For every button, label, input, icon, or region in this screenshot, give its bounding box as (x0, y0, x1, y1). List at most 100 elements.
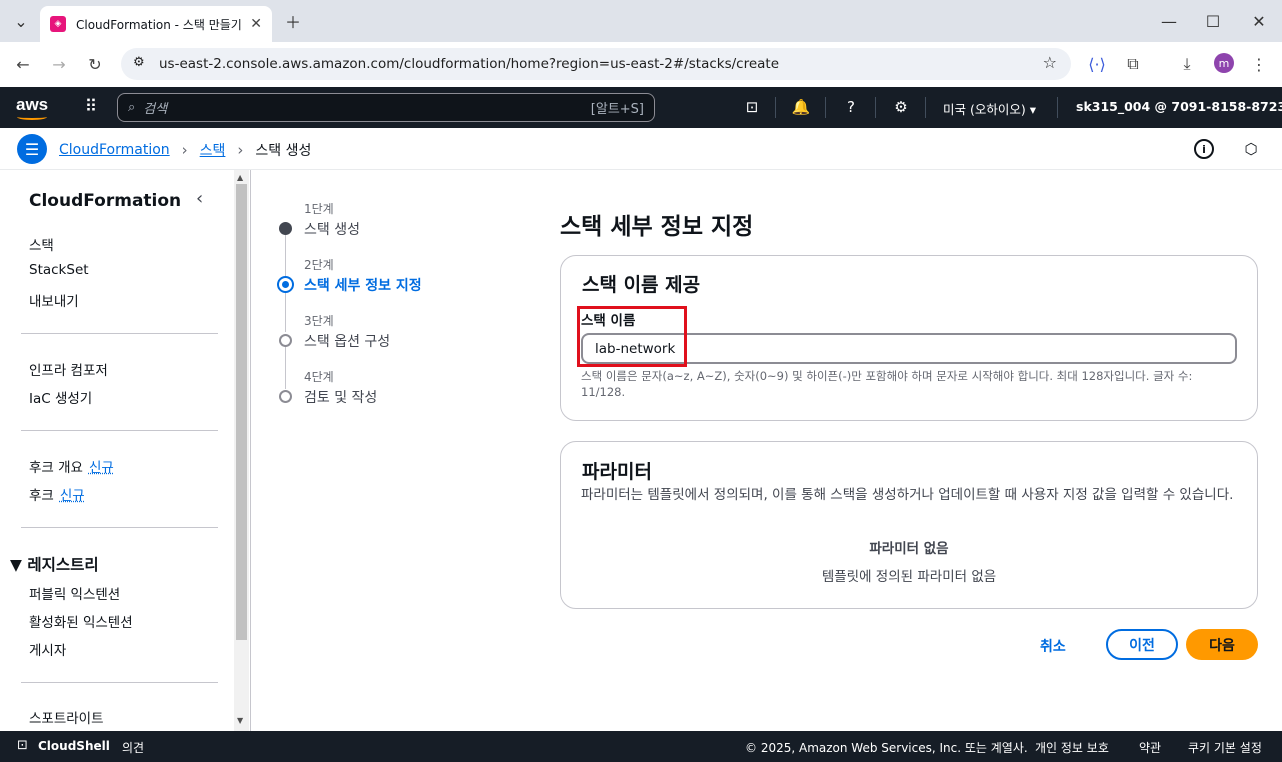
address-bar[interactable]: ⚙ us-east-2.console.aws.amazon.com/cloud… (121, 48, 1071, 80)
sidebar-item-infra-composer[interactable]: 인프라 컴포저 (29, 359, 108, 379)
close-window-icon[interactable]: ✕ (1246, 8, 1272, 34)
breadcrumb-bar: ☰ CloudFormation › 스택 › 스택 생성 i ⬡ (0, 128, 1282, 170)
step-2-number: 2단계 (304, 258, 334, 272)
breadcrumb-current: 스택 생성 (255, 143, 312, 159)
forward-icon[interactable]: → (46, 51, 72, 77)
account-menu[interactable]: sk315_004 @ 7091-8158-8723 ▾ (1076, 99, 1282, 114)
sidebar-item-activated-extensions[interactable]: 활성화된 익스텐션 (29, 611, 133, 631)
sidebar-divider (21, 527, 218, 528)
terms-link[interactable]: 약관 (1139, 739, 1161, 756)
sidebar-divider (21, 333, 218, 334)
nav-divider (775, 97, 776, 118)
parameters-card-heading: 파라미터 (582, 461, 652, 483)
services-grid-icon[interactable]: ⠿ (80, 96, 102, 118)
close-tab-icon[interactable]: ✕ (250, 16, 262, 32)
feedback-link[interactable]: 의견 (122, 739, 144, 756)
breadcrumb-cloudformation[interactable]: CloudFormation (59, 142, 170, 158)
sidebar-item-spotlight[interactable]: 스포트라이트 (29, 707, 104, 727)
sidebar-item-stacksets[interactable]: StackSet (29, 262, 89, 278)
step-connector (285, 293, 286, 332)
step-4-number: 4단계 (304, 370, 334, 384)
feedback-hexagon-icon[interactable]: ⬡ (1241, 139, 1261, 159)
chevron-right-icon: › (237, 141, 244, 159)
sidebar-item-exports[interactable]: 내보내기 (29, 290, 79, 310)
new-tab-icon[interactable]: ＋ (280, 8, 306, 34)
reload-icon[interactable]: ↻ (82, 51, 108, 77)
chevron-right-icon: › (181, 141, 188, 159)
tab-search-icon[interactable]: ⌄ (8, 8, 34, 34)
page-title: 스택 세부 정보 지정 (560, 214, 754, 240)
breadcrumb: CloudFormation › 스택 › 스택 생성 (59, 140, 311, 160)
scroll-up-icon[interactable]: ▲ (237, 173, 243, 182)
scrollbar-thumb[interactable] (236, 184, 247, 640)
info-icon[interactable]: i (1194, 139, 1214, 159)
sidebar-item-publishers[interactable]: 게시자 (29, 639, 66, 659)
sidebar-scrollbar[interactable]: ▲ ▼ (234, 170, 249, 731)
search-input[interactable]: ⌕ 검색 [알트+S] (117, 93, 655, 122)
site-info-icon[interactable]: ⚙ (133, 55, 145, 70)
step-3-label: 스택 옵션 구성 (304, 334, 391, 350)
search-placeholder: 검색 (143, 102, 168, 117)
url-text: us-east-2.console.aws.amazon.com/cloudfo… (159, 56, 780, 72)
step-3-number: 3단계 (304, 314, 334, 328)
step-1-label[interactable]: 스택 생성 (304, 219, 360, 239)
sidebar-item-hooks[interactable]: 후크 신규 (29, 484, 85, 504)
scroll-down-icon[interactable]: ▼ (237, 716, 243, 725)
aws-top-nav: aws ⠿ ⌕ 검색 [알트+S] ⊡ 🔔 ? ⚙ 미국 (오하이오) ▾ sk… (0, 87, 1282, 128)
previous-button[interactable]: 이전 (1106, 629, 1178, 660)
extensions-puzzle-icon[interactable]: ⧉ (1120, 51, 1146, 77)
annotation-highlight-box (577, 306, 687, 367)
nav-divider (1057, 97, 1058, 118)
search-shortcut: [알트+S] (590, 102, 644, 117)
sidebar-border (250, 170, 251, 731)
privacy-link[interactable]: 개인 정보 보호 (1035, 739, 1109, 756)
step-1-number: 1단계 (304, 202, 334, 216)
sidebar-section-registry[interactable]: ▼ 레지스트리 (10, 553, 99, 575)
cloudshell-icon[interactable]: ⊡ (741, 96, 763, 118)
nav-divider (825, 97, 826, 118)
aws-logo[interactable]: aws (16, 95, 48, 120)
notifications-bell-icon[interactable]: 🔔 (790, 96, 812, 118)
side-navigation: CloudFormation ‹ 스택 StackSet 내보내기 인프라 컴포… (0, 170, 250, 731)
extension-icon[interactable]: ⟨·⟩ (1084, 51, 1110, 77)
maximize-icon[interactable]: ☐ (1200, 8, 1226, 34)
back-icon[interactable]: ← (10, 51, 36, 77)
sidebar-item-hooks-overview[interactable]: 후크 개요 신규 (29, 456, 114, 476)
step-2-label: 스택 세부 정보 지정 (304, 278, 422, 294)
browser-menu-icon[interactable]: ⋮ (1246, 51, 1272, 77)
region-selector[interactable]: 미국 (오하이오) ▾ (943, 99, 1036, 118)
sidebar-title: CloudFormation (29, 191, 182, 211)
step-1-indicator (279, 222, 292, 235)
breadcrumb-stacks[interactable]: 스택 (200, 140, 226, 160)
step-4-label: 검토 및 작성 (304, 390, 378, 406)
stack-name-card-heading: 스택 이름 제공 (582, 274, 701, 296)
parameters-description: 파라미터는 템플릿에서 정의되며, 이를 통해 스택을 생성하거나 업데이트할 … (581, 487, 1234, 503)
nav-divider (925, 97, 926, 118)
profile-avatar[interactable]: m (1214, 53, 1234, 73)
new-badge: 신규 (88, 460, 114, 476)
sidebar-item-public-extensions[interactable]: 퍼블릭 익스텐션 (29, 583, 120, 603)
bookmark-star-icon[interactable]: ☆ (1043, 53, 1057, 72)
step-connector (285, 235, 286, 276)
download-icon[interactable]: ⤓ (1174, 51, 1200, 77)
settings-gear-icon[interactable]: ⚙ (890, 96, 912, 118)
sidebar-divider (21, 682, 218, 683)
browser-toolbar: ← → ↻ ⚙ us-east-2.console.aws.amazon.com… (0, 42, 1282, 86)
cloudshell-footer-icon[interactable]: ⊡ (17, 738, 28, 753)
no-parameters-description: 템플릿에 정의된 파라미터 없음 (821, 569, 997, 585)
step-connector (285, 347, 286, 389)
cloudshell-link[interactable]: CloudShell (38, 739, 110, 753)
next-button[interactable]: 다음 (1186, 629, 1258, 660)
cancel-button[interactable]: 취소 (1040, 636, 1066, 656)
console-footer: ⊡ CloudShell 의견 © 2025, Amazon Web Servi… (0, 731, 1282, 762)
step-2-indicator (277, 276, 294, 293)
sidebar-item-iac-generator[interactable]: IaC 생성기 (29, 387, 92, 407)
collapse-sidebar-icon[interactable]: ‹ (196, 188, 203, 209)
browser-tab[interactable]: ◈ CloudFormation - 스택 만들기 ✕ (40, 6, 272, 42)
hamburger-menu-icon[interactable]: ☰ (17, 134, 47, 164)
help-icon[interactable]: ? (840, 96, 862, 118)
cookie-preferences-link[interactable]: 쿠키 기본 설정 (1188, 739, 1262, 756)
step-3-indicator (279, 334, 292, 347)
sidebar-item-stacks[interactable]: 스택 (29, 234, 54, 254)
minimize-icon[interactable]: — (1156, 8, 1182, 34)
